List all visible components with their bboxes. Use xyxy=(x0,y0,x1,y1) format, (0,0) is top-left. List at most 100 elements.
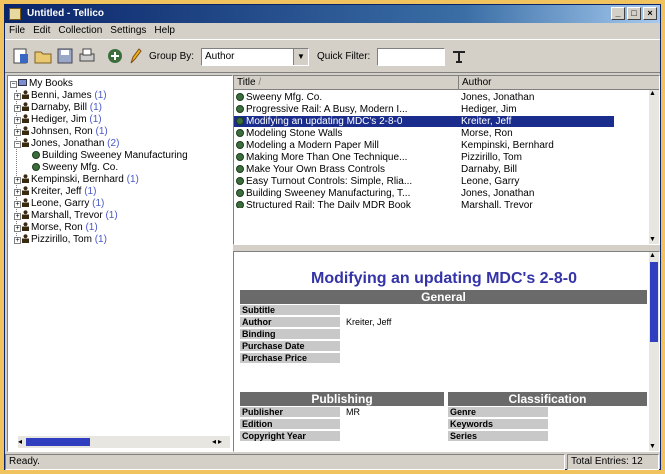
list-vertical-scrollbar[interactable]: ▲ ▼ xyxy=(649,90,659,244)
scroll-down-icon[interactable]: ▼ xyxy=(649,443,656,451)
table-row[interactable]: Make Your Own Brass Controls Darnaby, Bil… xyxy=(234,164,654,175)
tree-item-author[interactable]: + Darnaby, Bill (1) xyxy=(14,102,102,114)
tree-item-author[interactable]: + Hediger, Jim (1) xyxy=(14,114,102,126)
entry-label: Sweeny Mfg. Co. xyxy=(42,162,119,173)
cell-author: Marshall, Trevor xyxy=(461,200,533,208)
open-icon[interactable] xyxy=(33,46,53,66)
table-row[interactable]: Modeling a Modern Paper Mill Kempinski, B… xyxy=(234,140,654,151)
minimize-button[interactable]: _ xyxy=(611,7,625,20)
table-row[interactable]: Progressive Rail: A Busy, Modern I... Hed… xyxy=(234,104,654,115)
book-icon xyxy=(236,165,244,173)
cell-author: Jones, Jonathan xyxy=(461,92,535,103)
tree-child-entry[interactable]: Building Sweeney Manufacturing xyxy=(32,150,188,162)
person-icon xyxy=(22,174,29,183)
detail-row: Series xyxy=(448,431,647,442)
scroll-right-icon[interactable]: ◂▸ xyxy=(212,436,224,448)
collapse-icon[interactable]: − xyxy=(10,81,17,88)
print-icon[interactable] xyxy=(77,46,97,66)
scroll-up-icon[interactable]: ▲ xyxy=(649,90,656,98)
close-button[interactable]: × xyxy=(643,7,657,20)
menu-settings[interactable]: Settings xyxy=(110,23,146,39)
expand-icon[interactable]: + xyxy=(14,213,21,220)
menu-collection[interactable]: Collection xyxy=(58,23,102,39)
column-header-author[interactable]: Author xyxy=(459,76,491,90)
expand-icon[interactable]: + xyxy=(14,129,21,136)
menu-help[interactable]: Help xyxy=(154,23,175,39)
status-message: Ready. xyxy=(5,454,565,470)
book-icon xyxy=(236,129,244,137)
tree-item-author[interactable]: + Leone, Garry (1) xyxy=(14,198,104,210)
clear-filter-icon[interactable] xyxy=(449,46,469,66)
collapse-icon[interactable]: − xyxy=(14,141,21,148)
tree-item-author[interactable]: + Morse, Ron (1) xyxy=(14,222,98,234)
detail-row: Purchase Price xyxy=(240,353,647,364)
cell-title: Easy Turnout Controls: Simple, Rlia... xyxy=(246,176,413,187)
table-row[interactable]: Structured Rail: The Daily MDR Book Marsh… xyxy=(234,200,654,208)
field-label: Copyright Year xyxy=(240,431,340,442)
scroll-left-icon[interactable]: ◂ xyxy=(18,436,22,448)
tree-item-author-expanded[interactable]: − Jones, Jonathan (2) xyxy=(14,138,119,150)
tree-child-entry[interactable]: Sweeny Mfg. Co. xyxy=(32,162,118,174)
scrollbar-thumb[interactable] xyxy=(26,438,90,446)
field-label: Publisher xyxy=(240,407,340,418)
cell-title: Modeling Stone Walls xyxy=(246,128,343,139)
table-row[interactable]: Making More Than One Technique... Pizziri… xyxy=(234,152,654,163)
add-entry-icon[interactable] xyxy=(105,46,125,66)
chevron-down-icon[interactable]: ▼ xyxy=(293,49,308,65)
tree-root[interactable]: − My Books xyxy=(10,78,73,90)
cell-author: Pizzirillo, Tom xyxy=(461,152,522,163)
expand-icon[interactable]: + xyxy=(14,117,21,124)
pencil-icon[interactable] xyxy=(125,46,145,66)
field-label: Genre xyxy=(448,407,548,418)
detail-row: Author Kreiter, Jeff xyxy=(240,317,647,328)
field-label: Edition xyxy=(240,419,340,430)
detail-row: Purchase Date xyxy=(240,341,647,352)
expand-icon[interactable]: + xyxy=(14,201,21,208)
count-badge: (1) xyxy=(105,210,118,221)
expand-icon[interactable]: + xyxy=(14,105,21,112)
book-icon xyxy=(236,177,244,185)
toolbar: Group By: Author ▼ Quick Filter: xyxy=(5,39,660,73)
table-row-selected[interactable]: Modifying an updating MDC's 2-8-0 Kreiter… xyxy=(234,116,614,127)
tree-item-author[interactable]: + Kreiter, Jeff (1) xyxy=(14,186,96,198)
tree-item-author[interactable]: + Pizzirillo, Tom (1) xyxy=(14,234,107,246)
author-label: Johnsen, Ron xyxy=(31,126,93,137)
author-label: Pizzirillo, Tom xyxy=(31,234,92,245)
expand-icon[interactable]: + xyxy=(14,189,21,196)
menu-edit[interactable]: Edit xyxy=(33,23,50,39)
scrollbar-thumb[interactable] xyxy=(650,262,658,342)
new-collection-icon[interactable] xyxy=(11,46,31,66)
group-by-combo[interactable]: Author ▼ xyxy=(201,48,309,66)
tree-item-author[interactable]: + Benni, James (1) xyxy=(14,90,107,102)
expand-icon[interactable]: + xyxy=(14,225,21,232)
tree-horizontal-scrollbar[interactable]: ◂ ◂▸ xyxy=(18,436,230,448)
tree-item-author[interactable]: + Johnsen, Ron (1) xyxy=(14,126,108,138)
menu-file[interactable]: File xyxy=(9,23,25,39)
expand-icon[interactable]: + xyxy=(14,93,21,100)
author-label: Kempinski, Bernhard xyxy=(31,174,124,185)
expand-icon[interactable]: + xyxy=(14,237,21,244)
detail-row: Keywords xyxy=(448,419,647,430)
author-label: Leone, Garry xyxy=(31,198,90,209)
section-header-general: General xyxy=(240,290,647,304)
field-label: Purchase Date xyxy=(240,341,340,352)
column-header-title[interactable]: Title / xyxy=(234,76,459,90)
tree-item-author[interactable]: + Kempinski, Bernhard (1) xyxy=(14,174,139,186)
quick-filter-input[interactable] xyxy=(377,48,445,66)
author-label: Morse, Ron xyxy=(31,222,83,233)
table-row[interactable]: Easy Turnout Controls: Simple, Rlia... Le… xyxy=(234,176,654,187)
cell-title: Structured Rail: The Daily MDR Book xyxy=(246,200,411,208)
cell-author: Darnaby, Bill xyxy=(461,164,517,175)
table-row[interactable]: Building Sweeney Manufacturing, T... Jone… xyxy=(234,188,654,199)
tree-item-author[interactable]: + Marshall, Trevor (1) xyxy=(14,210,118,222)
author-label: Marshall, Trevor xyxy=(31,210,103,221)
maximize-button[interactable]: □ xyxy=(627,7,641,20)
scroll-up-icon[interactable]: ▲ xyxy=(649,252,656,260)
table-row[interactable]: Modeling Stone Walls Morse, Ron xyxy=(234,128,654,139)
expand-icon[interactable]: + xyxy=(14,177,21,184)
title-bar[interactable]: Untitled - Tellico _ □ × xyxy=(5,5,660,23)
detail-vertical-scrollbar[interactable]: ▲ ▼ xyxy=(649,252,659,451)
table-row[interactable]: Sweeny Mfg. Co. Jones, Jonathan xyxy=(234,92,654,103)
scroll-down-icon[interactable]: ▼ xyxy=(649,236,656,244)
save-icon[interactable] xyxy=(55,46,75,66)
